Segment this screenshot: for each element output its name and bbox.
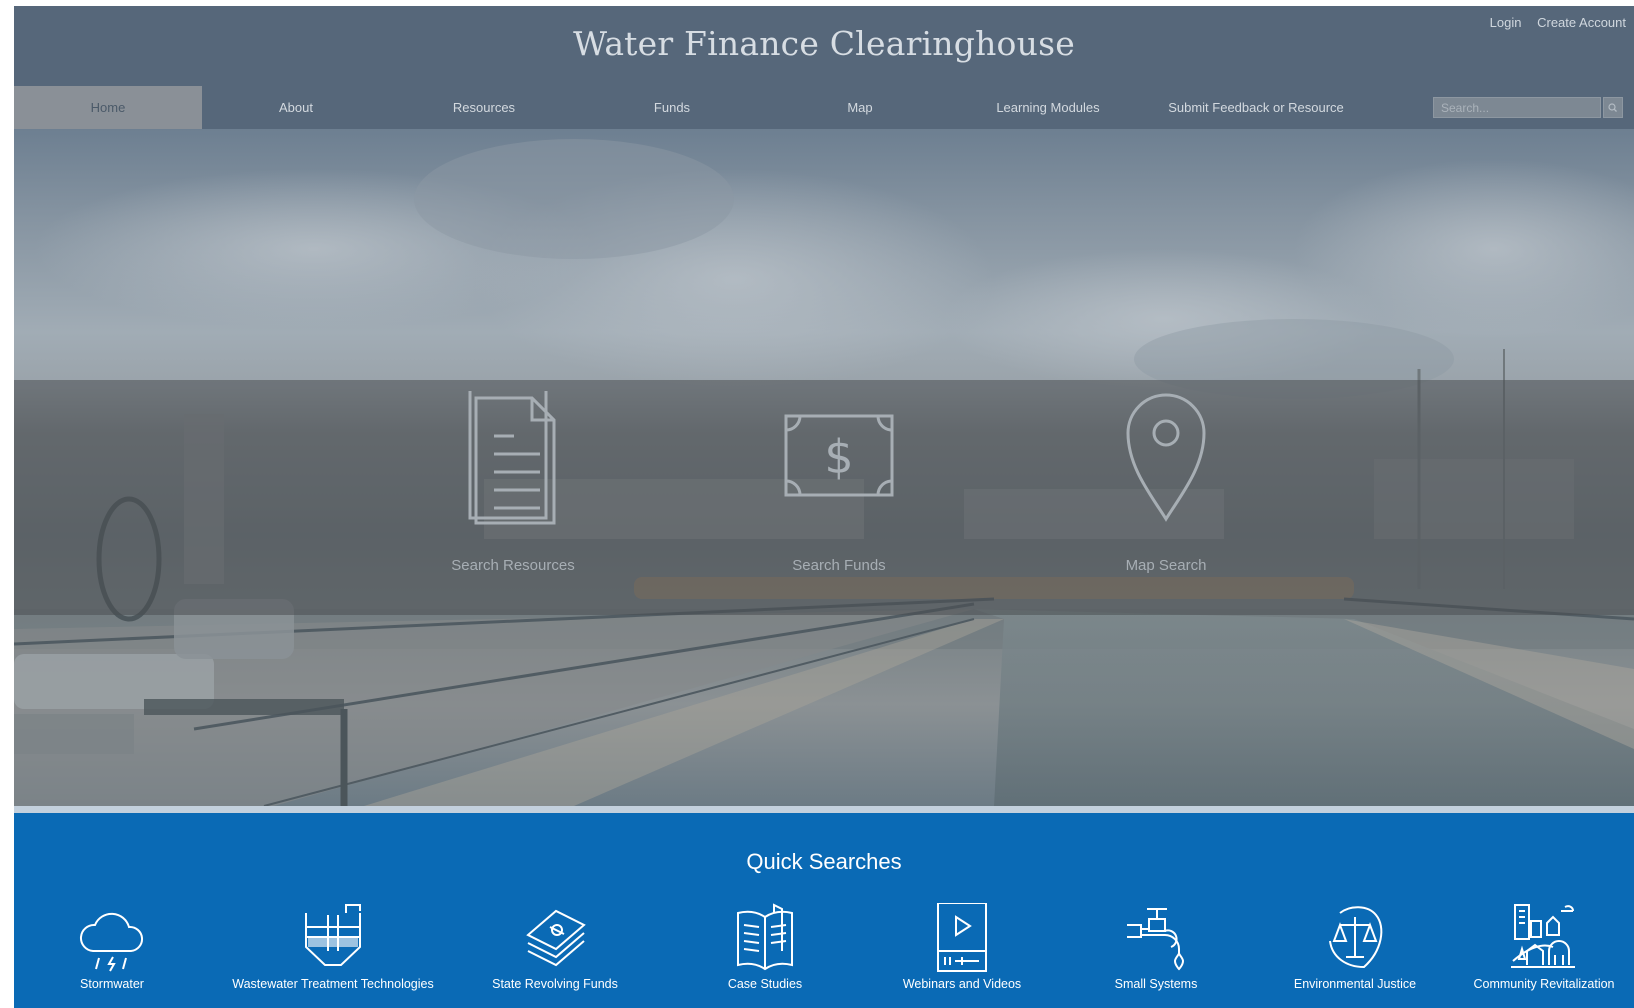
video-player-icon — [937, 903, 987, 972]
quick-searches-title: Quick Searches — [746, 849, 902, 874]
city-buildings-icon — [1511, 904, 1575, 968]
map-search-tile[interactable]: Map Search — [1081, 391, 1251, 574]
quick-search-label: Stormwater — [80, 977, 144, 991]
map-search-label: Map Search — [1125, 557, 1207, 574]
nav-item-submit-feedback[interactable]: Submit Feedback or Resource — [1142, 86, 1370, 129]
nav-item-funds[interactable]: Funds — [578, 86, 766, 129]
quick-search-stormwater[interactable]: Stormwater — [14, 903, 217, 991]
create-account-link[interactable]: Create Account — [1537, 15, 1626, 30]
main-nav: Home About Resources Funds Map Learning … — [14, 86, 1634, 129]
account-links: Login Create Account — [1478, 15, 1626, 30]
quick-search-label: Environmental Justice — [1293, 977, 1417, 991]
search-resources-tile[interactable]: Search Resources — [428, 386, 598, 574]
quick-search-label: Small Systems — [1114, 977, 1198, 991]
search-icon — [1608, 103, 1617, 112]
search-field — [1433, 97, 1601, 118]
quick-searches-divider — [14, 806, 1634, 813]
quick-search-label: Community Revitalization — [1473, 977, 1615, 991]
quick-search-community-revitalization[interactable]: Community Revitalization — [1439, 903, 1634, 991]
quick-search-label: Webinars and Videos — [902, 977, 1022, 991]
rain-cloud-icon — [80, 912, 143, 972]
quick-search-small-systems[interactable]: Small Systems — [1051, 903, 1261, 991]
water-faucet-icon — [1127, 908, 1185, 971]
search-funds-tile[interactable]: $ Search Funds — [754, 391, 924, 574]
site-title[interactable]: Water Finance Clearinghouse — [14, 24, 1634, 63]
open-book-icon — [737, 903, 793, 971]
nav-item-map[interactable]: Map — [766, 86, 954, 129]
document-icon — [468, 386, 556, 525]
login-link[interactable]: Login — [1490, 15, 1522, 30]
search-input[interactable] — [1434, 98, 1600, 117]
nav-item-learning-modules[interactable]: Learning Modules — [954, 86, 1142, 129]
quick-search-wastewater-treatment[interactable]: Wastewater Treatment Technologies — [228, 903, 438, 991]
hero-banner: Search Resources $ Search Funds Map Sear… — [14, 129, 1634, 806]
money-stack-icon — [526, 909, 586, 967]
search-button[interactable] — [1603, 97, 1623, 118]
page: Water Finance Clearinghouse Login Create… — [14, 6, 1634, 1008]
search-funds-label: Search Funds — [792, 557, 886, 574]
quick-search-webinars-videos[interactable]: Webinars and Videos — [857, 903, 1067, 991]
svg-text:$: $ — [824, 430, 853, 484]
site-header: Water Finance Clearinghouse Login Create… — [14, 6, 1634, 129]
quick-search-case-studies[interactable]: Case Studies — [660, 903, 870, 991]
nav-item-about[interactable]: About — [202, 86, 390, 129]
quick-searches-section: Quick Searches Stormwater Wastewater Tre… — [14, 813, 1634, 1008]
search-resources-label: Search Resources — [451, 557, 575, 574]
quick-search-state-revolving-funds[interactable]: State Revolving Funds — [450, 903, 660, 991]
dollar-bill-icon: $ — [784, 414, 894, 497]
nav-item-home[interactable]: Home — [14, 86, 202, 129]
quick-search-label: Wastewater Treatment Technologies — [232, 977, 434, 991]
justice-scales-icon — [1329, 906, 1383, 969]
quick-search-environmental-justice[interactable]: Environmental Justice — [1250, 903, 1460, 991]
quick-search-label: Case Studies — [727, 977, 803, 991]
quick-search-label: State Revolving Funds — [492, 977, 618, 991]
nav-item-resources[interactable]: Resources — [390, 86, 578, 129]
map-pin-icon — [1126, 393, 1206, 522]
treatment-tank-icon — [305, 904, 361, 966]
